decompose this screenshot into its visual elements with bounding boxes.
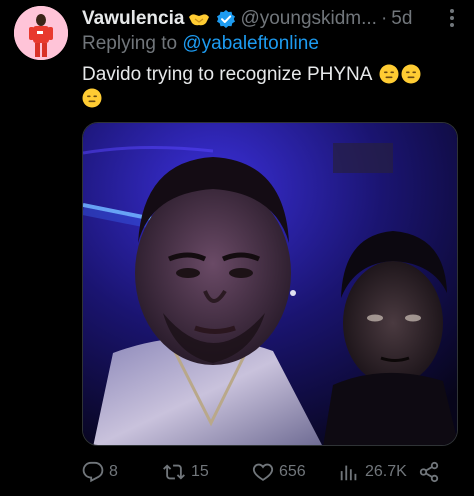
- replying-prefix: Replying to: [82, 33, 183, 54]
- retweet-count: 15: [191, 463, 209, 480]
- separator-dot: ·: [380, 8, 388, 29]
- views-count: 26.7K: [365, 463, 407, 480]
- reply-count: 8: [109, 463, 118, 480]
- share-button[interactable]: [418, 458, 440, 486]
- replying-to: Replying to @yabaleftonline: [82, 33, 319, 55]
- tweet-text: Davido trying to recognize PHYNA: [82, 63, 462, 111]
- tweet-photo[interactable]: [82, 122, 458, 446]
- tweet-actions: 8 15 656 26.7K: [82, 458, 462, 486]
- expressionless-face-emoji: [82, 88, 102, 108]
- views-icon: [340, 465, 357, 481]
- verified-badge-icon[interactable]: [216, 9, 236, 29]
- expressionless-face-emoji: [401, 64, 421, 84]
- reply-button[interactable]: 8: [82, 458, 118, 486]
- retweet-button[interactable]: 15: [162, 458, 209, 486]
- more-icon[interactable]: [442, 7, 462, 29]
- replying-to-link[interactable]: @yabaleftonline: [182, 33, 319, 54]
- tweet-timestamp[interactable]: 5d: [391, 8, 412, 30]
- views-button[interactable]: 26.7K: [338, 458, 407, 486]
- like-button[interactable]: 656: [252, 458, 306, 486]
- tweet-body: Davido trying to recognize PHYNA: [82, 64, 372, 85]
- display-name[interactable]: Vawulencia: [82, 8, 184, 30]
- handshake-emoji: [188, 11, 210, 27]
- reply-icon: [82, 461, 104, 483]
- avatar[interactable]: [14, 6, 68, 60]
- expressionless-face-emoji: [379, 64, 399, 84]
- share-icon: [419, 461, 439, 483]
- retweet-icon: [163, 464, 185, 480]
- like-count: 656: [279, 463, 306, 480]
- tweet-header: Vawulencia @youngskidm... · 5d: [82, 6, 462, 32]
- like-icon: [252, 463, 274, 481]
- user-handle[interactable]: @youngskidm...: [240, 8, 377, 30]
